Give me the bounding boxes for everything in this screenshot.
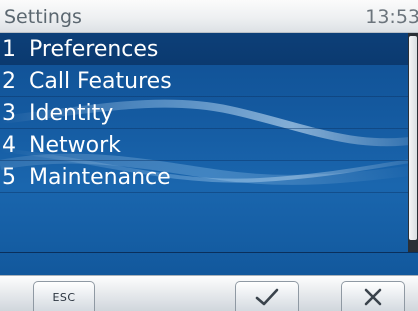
menu-item-maintenance[interactable]: 5 Maintenance bbox=[0, 161, 408, 193]
menu-item-label: Network bbox=[29, 133, 121, 158]
menu-item-label: Identity bbox=[29, 101, 114, 126]
clock-time: 13:53 bbox=[365, 6, 418, 28]
scrollbar[interactable] bbox=[408, 33, 418, 252]
menu-item-number: 4 bbox=[2, 133, 16, 158]
menu-item-label: Call Features bbox=[29, 69, 172, 94]
cancel-button[interactable] bbox=[341, 281, 405, 311]
menu-item-label: Preferences bbox=[29, 37, 159, 62]
menu-item-call-features[interactable]: 2 Call Features bbox=[0, 65, 408, 97]
softkey-bar: ESC bbox=[0, 275, 418, 311]
scrollbar-thumb[interactable] bbox=[409, 36, 417, 240]
screen-title: Settings bbox=[4, 6, 82, 28]
status-bar: Settings 13:53 bbox=[0, 0, 418, 33]
close-icon bbox=[364, 288, 382, 306]
menu-item-identity[interactable]: 3 Identity bbox=[0, 97, 408, 129]
menu-item-number: 2 bbox=[2, 69, 16, 94]
menu-item-number: 3 bbox=[2, 101, 16, 126]
menu-item-preferences[interactable]: 1 Preferences bbox=[0, 33, 408, 65]
divider bbox=[0, 252, 418, 253]
menu-item-label: Maintenance bbox=[29, 165, 171, 190]
ok-button[interactable] bbox=[235, 281, 299, 311]
menu-item-number: 1 bbox=[2, 37, 16, 62]
checkmark-icon bbox=[255, 288, 279, 306]
esc-button[interactable]: ESC bbox=[33, 281, 95, 311]
phone-screen: Settings 13:53 1 Preferences 2 Call Feat… bbox=[0, 0, 418, 311]
menu-item-number: 5 bbox=[2, 165, 16, 190]
esc-button-label: ESC bbox=[52, 290, 76, 304]
menu-item-network[interactable]: 4 Network bbox=[0, 129, 408, 161]
